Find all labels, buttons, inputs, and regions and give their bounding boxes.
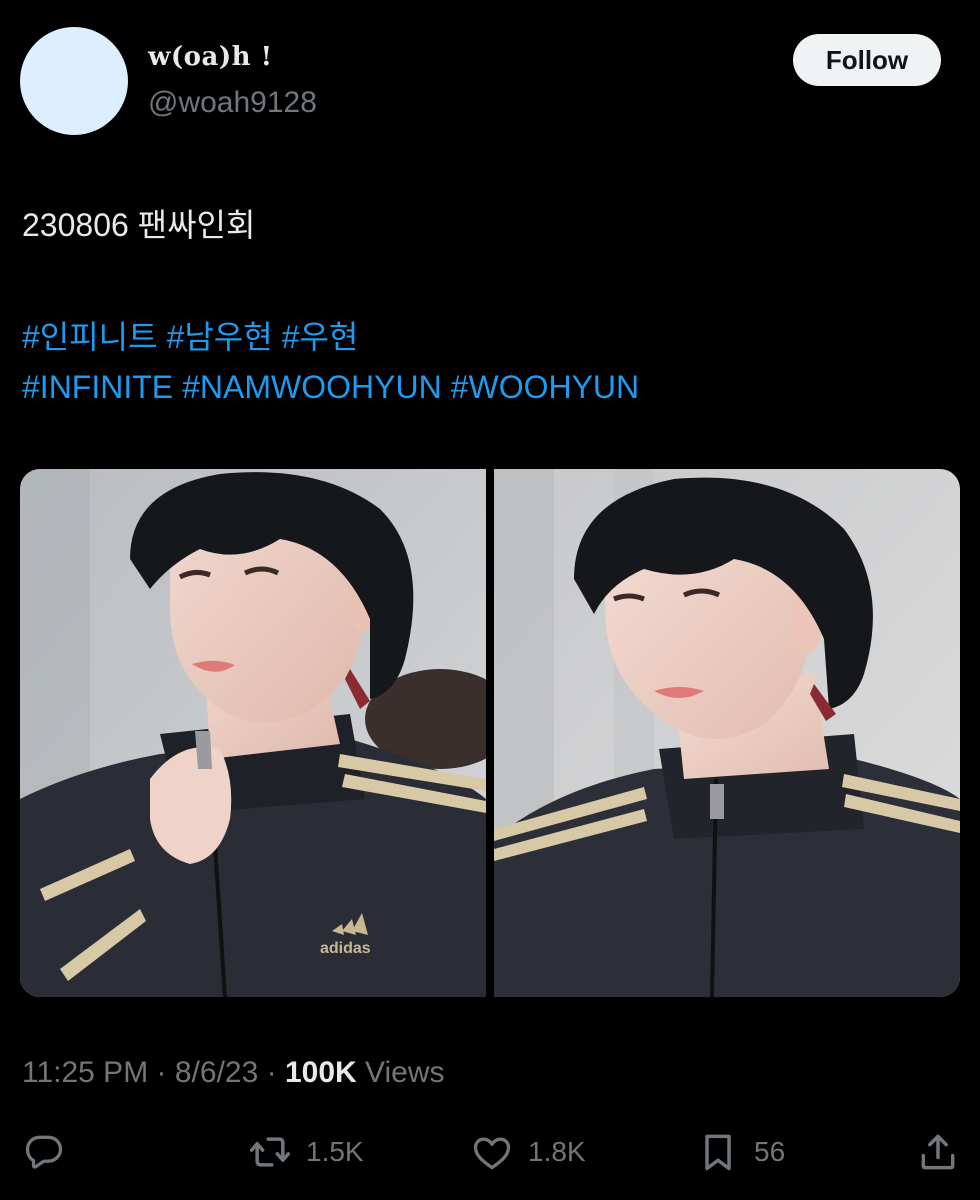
retweet-icon <box>249 1137 291 1167</box>
retweet-count: 1.5K <box>306 1136 364 1167</box>
follow-button[interactable]: Follow <box>793 34 941 86</box>
hashtag-line: #인피니트 #남우현 #우현 <box>22 312 367 358</box>
hashtag-link[interactable]: #인피니트 <box>22 319 158 355</box>
avatar[interactable] <box>20 27 128 135</box>
media-grid: adidas <box>20 469 960 997</box>
photo[interactable] <box>494 469 960 997</box>
hashtag-link[interactable]: #WOOHYUN <box>451 369 639 405</box>
retweet-button[interactable]: 1.5K <box>248 1128 364 1176</box>
like-count: 1.8K <box>528 1136 586 1167</box>
tweet-text: 230806 팬싸인회 <box>22 207 256 243</box>
hashtag-line: #INFINITE #NAMWOOHYUN #WOOHYUN <box>22 369 648 406</box>
heart-icon <box>473 1137 511 1170</box>
hashtag-link[interactable]: #우현 <box>282 319 359 355</box>
views-count: 100K <box>284 1056 357 1089</box>
hashtag-link[interactable]: #남우현 <box>167 319 273 355</box>
reply-icon <box>25 1135 63 1169</box>
tweet-date[interactable]: 8/6/23 <box>175 1056 258 1089</box>
tweet-time[interactable]: 11:25 PM <box>22 1056 148 1089</box>
views-label: Views <box>365 1056 445 1089</box>
photo-image <box>494 469 960 997</box>
bookmark-icon <box>705 1134 731 1171</box>
bookmark-button[interactable]: 56 <box>696 1128 785 1176</box>
brand-logo-text: adidas <box>320 940 371 957</box>
meta-separator: · <box>156 1056 167 1089</box>
reply-button[interactable] <box>22 1128 80 1176</box>
tweet-meta: 11:25 PM · 8/6/23 · 100K Views <box>22 1056 445 1090</box>
user-handle[interactable]: @woah9128 <box>148 86 317 120</box>
share-icon <box>921 1134 955 1170</box>
like-button[interactable]: 1.8K <box>470 1128 586 1176</box>
share-button[interactable] <box>916 1128 960 1176</box>
photo-image: adidas <box>20 469 486 997</box>
tweet: w(oa)h ! @woah9128 Follow 230806 팬싸인회 #인… <box>0 0 980 1200</box>
meta-separator: · <box>266 1056 277 1089</box>
display-name[interactable]: w(oa)h ! <box>148 42 273 72</box>
bookmark-count: 56 <box>754 1136 786 1167</box>
photo[interactable]: adidas <box>20 469 486 997</box>
hashtag-link[interactable]: #INFINITE <box>22 369 173 405</box>
hashtag-link[interactable]: #NAMWOOHYUN <box>182 369 442 405</box>
